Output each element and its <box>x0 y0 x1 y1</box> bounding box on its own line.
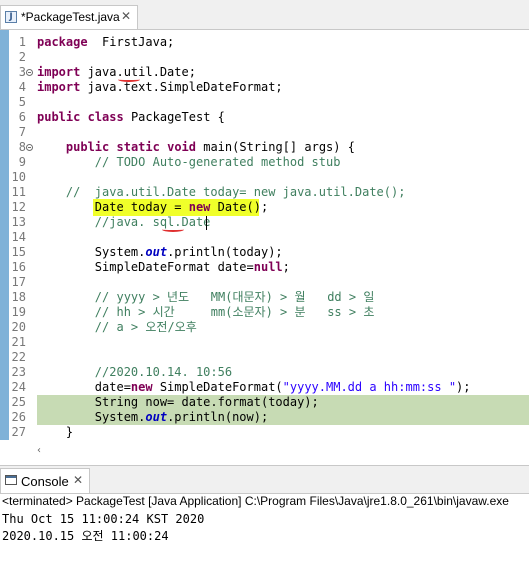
line-number: 15 <box>11 245 26 259</box>
code-text: String now= date.format(today); <box>37 395 319 409</box>
line-number: 23 <box>11 365 26 379</box>
code-text: // java.util.Date today= new java.util.D… <box>37 185 406 199</box>
scroll-left-icon[interactable]: ‹ <box>37 445 41 456</box>
code-text: // a > 오전/오후 <box>94 320 197 334</box>
code-line[interactable]: 9 // TODO Auto-generated method stub <box>0 155 529 170</box>
code-text: import java.text.SimpleDateFormat; <box>37 80 283 94</box>
code-line[interactable]: 15 System.out.println(today); <box>0 245 529 260</box>
close-icon[interactable]: ✕ <box>121 9 131 23</box>
code-text: Date today = new Date(); <box>37 200 269 214</box>
line-number: 27 <box>11 425 26 439</box>
console-tab[interactable]: Console ✕ <box>0 468 90 493</box>
code-line[interactable]: 16 SimpleDateFormat date=null; <box>0 260 529 275</box>
code-text: package FirstJava; <box>37 35 175 49</box>
line-number: 25 <box>11 395 26 409</box>
line-number: 22 <box>11 350 26 364</box>
code-text: } <box>37 425 74 439</box>
console-tab-bar: Console ✕ <box>0 465 529 494</box>
code-line[interactable]: 12 Date today = new Date(); <box>0 199 529 216</box>
code-line[interactable]: 24 date=new SimpleDateFormat("yyyy.MM.dd… <box>0 380 529 395</box>
code-line[interactable]: 22 <box>0 350 529 365</box>
console-icon <box>5 475 17 485</box>
editor-tab-title: *PackageTest.java <box>21 10 120 24</box>
code-text: SimpleDateFormat date=null; <box>37 260 290 274</box>
code-text: date=new SimpleDateFormat("yyyy.MM.dd a … <box>37 380 471 394</box>
line-number: 21 <box>11 335 26 349</box>
fold-toggle-icon[interactable] <box>26 69 33 76</box>
line-number: 9 <box>18 155 26 169</box>
code-text: // hh > 시간 mm(소문자) > 분 ss > 초 <box>94 305 375 319</box>
code-line[interactable]: 13 //java. sql.Date <box>0 215 529 230</box>
line-number: 4 <box>18 80 26 94</box>
code-line[interactable]: 10 <box>0 170 529 185</box>
code-line[interactable]: 2 <box>0 50 529 65</box>
warning-underline <box>118 77 140 82</box>
line-number: 13 <box>11 215 26 229</box>
code-line[interactable]: 21 <box>0 335 529 350</box>
line-number: 3 <box>18 65 26 79</box>
code-line[interactable]: 18 // yyyy > 년도 MM(대문자) > 월 dd > 일 <box>0 290 529 305</box>
code-line[interactable]: 6 public class PackageTest { <box>0 110 529 125</box>
horizontal-scrollbar[interactable]: ‹ <box>37 445 529 458</box>
code-text: // yyyy > 년도 MM(대문자) > 월 dd > 일 <box>94 290 375 304</box>
line-number: 19 <box>11 305 26 319</box>
line-number: 1 <box>18 35 26 49</box>
line-number: 11 <box>11 185 26 199</box>
console-output-line: Thu Oct 15 11:00:24 KST 2020 <box>2 512 205 526</box>
editor-tab-bar: J *PackageTest.java ✕ <box>0 0 529 30</box>
code-text: public static void main(String[] args) { <box>65 140 355 154</box>
line-number: 2 <box>18 50 26 64</box>
line-number: 14 <box>11 230 26 244</box>
line-number: 20 <box>11 320 26 334</box>
code-text: //java. sql.Date <box>94 215 211 229</box>
code-line[interactable]: 11 // java.util.Date today= new java.uti… <box>0 185 529 200</box>
code-line[interactable]: 26 System.out.println(now); <box>0 410 529 425</box>
line-number: 6 <box>18 110 26 124</box>
code-line[interactable]: 5 <box>0 95 529 110</box>
code-text: System.out.println(today); <box>37 245 283 259</box>
code-line[interactable]: 7 <box>0 125 529 140</box>
line-number: 18 <box>11 290 26 304</box>
code-line[interactable]: 17 <box>0 275 529 290</box>
code-text: //2020.10.14. 10:56 <box>94 365 233 379</box>
code-line[interactable]: 14 <box>0 230 529 245</box>
code-line[interactable]: 19 // hh > 시간 mm(소문자) > 분 ss > 초 <box>0 305 529 320</box>
code-line[interactable]: 20 // a > 오전/오후 <box>0 320 529 335</box>
code-line[interactable]: 8 public static void main(String[] args)… <box>0 140 529 155</box>
line-number: 17 <box>11 275 26 289</box>
code-text: import java.util.Date; <box>37 65 196 79</box>
line-number: 7 <box>18 125 26 139</box>
editor-tab-packagetest[interactable]: J *PackageTest.java ✕ <box>0 5 138 29</box>
code-line[interactable]: 27 } <box>0 425 529 440</box>
code-text: // TODO Auto-generated method stub <box>94 155 341 169</box>
code-line[interactable]: 23 //2020.10.14. 10:56 <box>0 365 529 380</box>
fold-toggle-icon[interactable] <box>26 144 33 151</box>
java-file-icon: J <box>5 11 17 23</box>
text-cursor <box>206 216 207 230</box>
warning-underline <box>162 227 184 232</box>
console-tab-label: Console <box>21 474 69 489</box>
code-text: System.out.println(now); <box>37 410 269 424</box>
line-number: 10 <box>11 170 26 184</box>
code-text: public class PackageTest { <box>37 110 225 124</box>
line-number: 24 <box>11 380 26 394</box>
console-output-line: 2020.10.15 오전 11:00:24 <box>2 529 169 543</box>
code-line[interactable]: 1 package FirstJava; <box>0 35 529 50</box>
code-line[interactable]: 4 import java.text.SimpleDateFormat; <box>0 80 529 95</box>
line-number: 5 <box>18 95 26 109</box>
code-line[interactable]: 25 String now= date.format(today); <box>0 395 529 410</box>
line-number: 16 <box>11 260 26 274</box>
line-number: 12 <box>11 200 26 214</box>
console-status: <terminated> PackageTest [Java Applicati… <box>2 494 509 508</box>
code-line[interactable]: 3 import java.util.Date; <box>0 65 529 80</box>
line-number: 26 <box>11 410 26 424</box>
line-number: 8 <box>18 140 26 154</box>
close-icon[interactable]: ✕ <box>73 473 83 487</box>
